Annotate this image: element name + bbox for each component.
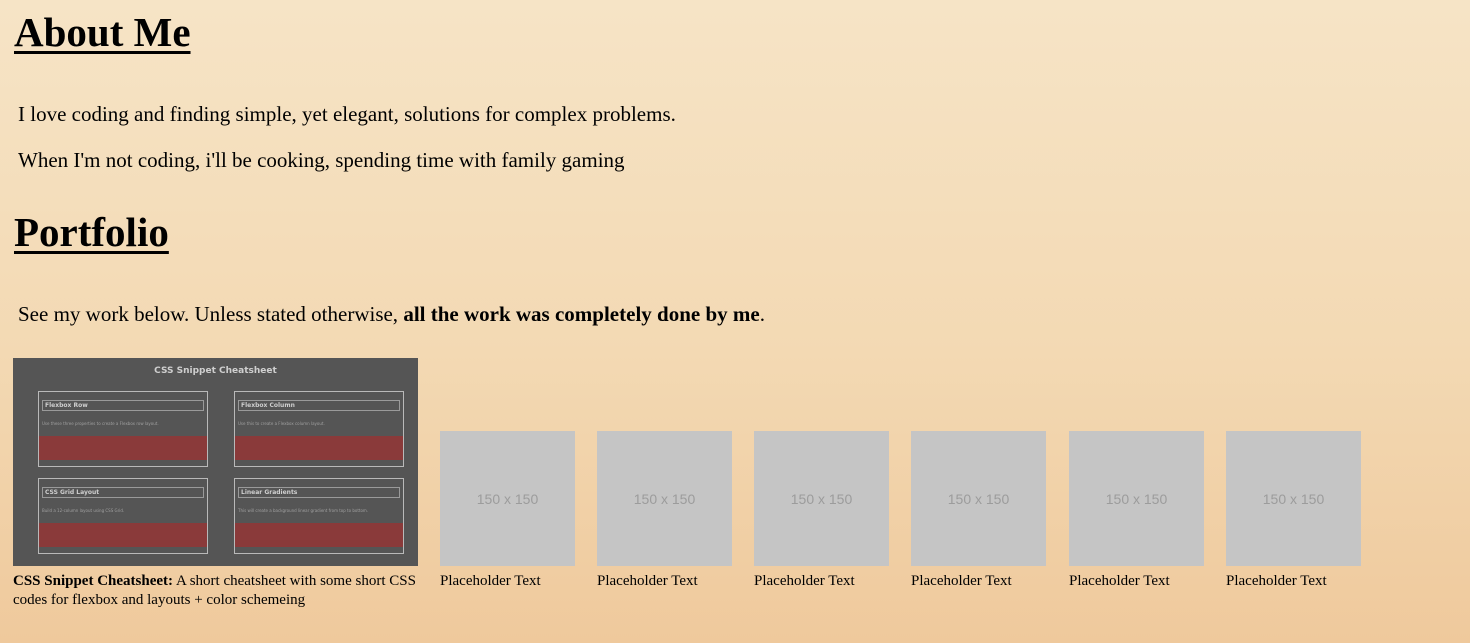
placeholder-image[interactable]: 150 x 150 [440, 431, 575, 566]
about-heading: About Me [14, 9, 191, 55]
snippet-box-desc: Build a 12-column layout using CSS Grid. [42, 508, 125, 513]
about-paragraph: I love coding and finding simple, yet el… [18, 102, 676, 126]
snippet-box-desc: This will create a background linear gra… [238, 508, 369, 513]
snippet-box-css-grid-layout: CSS Grid Layout Build a 12-column layout… [38, 478, 208, 554]
snippet-box-desc: Use this to create a Flexbox column layo… [238, 421, 325, 426]
placeholder-image[interactable]: 150 x 150 [754, 431, 889, 566]
placeholder-caption: Placeholder Text [754, 573, 855, 589]
snippet-box-linear-gradients: Linear Gradients This will create a back… [234, 478, 404, 554]
portfolio-item-placeholder: 150 x 150 Placeholder Text [440, 431, 575, 591]
snippet-box-flexbox-column: Flexbox Column Use this to create a Flex… [234, 391, 404, 467]
portfolio-item-caption: CSS Snippet Cheatsheet: A short cheatshe… [13, 572, 423, 610]
placeholder-caption: Placeholder Text [440, 573, 541, 589]
portfolio-item-css-snippet-cheatsheet: CSS Snippet Cheatsheet Flexbox Row Use t… [13, 358, 418, 610]
placeholder-image[interactable]: 150 x 150 [1069, 431, 1204, 566]
placeholder-image[interactable]: 150 x 150 [911, 431, 1046, 566]
placeholder-caption: Placeholder Text [1069, 573, 1170, 589]
snippet-box-title: Linear Gradients [238, 487, 400, 498]
placeholder-caption: Placeholder Text [911, 573, 1012, 589]
portfolio-intro: See my work below. Unless stated otherwi… [18, 304, 765, 325]
snippet-image-title: CSS Snippet Cheatsheet [154, 366, 277, 376]
portfolio-item-placeholder: 150 x 150 Placeholder Text [911, 431, 1046, 591]
placeholder-caption: Placeholder Text [597, 573, 698, 589]
portfolio-intro-emphasis: all the work was completely done by me [403, 302, 760, 326]
snippet-code-block [39, 523, 207, 547]
snippet-box-title: CSS Grid Layout [42, 487, 204, 498]
placeholder-image[interactable]: 150 x 150 [1226, 431, 1361, 566]
about-paragraph: When I'm not coding, i'll be cooking, sp… [18, 148, 625, 172]
placeholder-caption: Placeholder Text [1226, 573, 1327, 589]
portfolio-intro-end: . [759, 302, 765, 326]
portfolio-heading: Portfolio [14, 209, 169, 255]
portfolio-intro-text: See my work below. Unless stated otherwi… [18, 302, 404, 326]
snippet-box-title: Flexbox Column [238, 400, 400, 411]
snippet-box-title: Flexbox Row [42, 400, 204, 411]
snippet-code-block [235, 436, 403, 460]
placeholder-image[interactable]: 150 x 150 [597, 431, 732, 566]
snippet-box-flexbox-row: Flexbox Row Use these three properties t… [38, 391, 208, 467]
snippet-code-block [39, 436, 207, 460]
portfolio-item-placeholder: 150 x 150 Placeholder Text [1069, 431, 1204, 591]
portfolio-item-placeholder: 150 x 150 Placeholder Text [597, 431, 732, 591]
snippet-box-desc: Use these three properties to create a F… [42, 421, 159, 426]
portfolio-item-placeholder: 150 x 150 Placeholder Text [754, 431, 889, 591]
snippet-code-block [235, 523, 403, 547]
portfolio-item-placeholder: 150 x 150 Placeholder Text [1226, 431, 1361, 591]
caption-title: CSS Snippet Cheatsheet: [13, 573, 174, 589]
css-snippet-cheatsheet-image[interactable]: CSS Snippet Cheatsheet Flexbox Row Use t… [13, 358, 418, 566]
